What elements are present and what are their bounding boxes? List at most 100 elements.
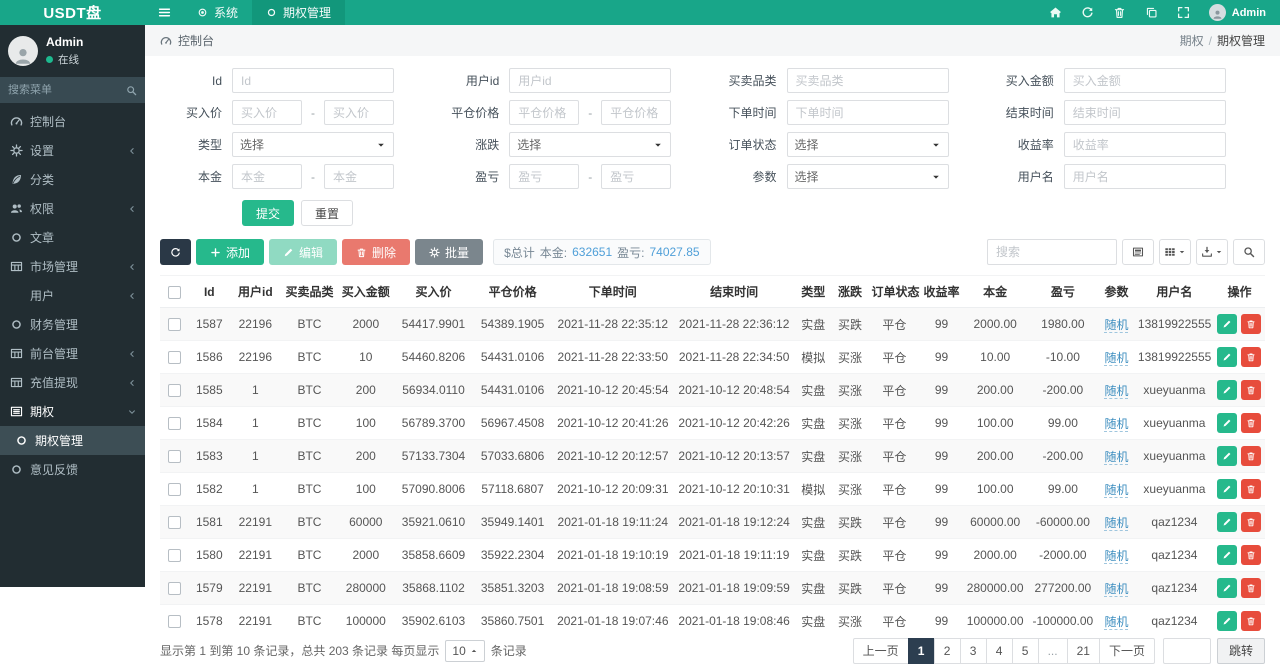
column-header-direction[interactable]: 涨跌 [831, 275, 869, 308]
row-edit-button[interactable] [1217, 380, 1238, 400]
filter-input-6[interactable] [786, 100, 949, 125]
row-edit-button[interactable] [1217, 611, 1238, 631]
sidebar-item-option[interactable]: 期权 [0, 397, 145, 426]
filter-range-max[interactable] [324, 100, 394, 125]
column-header-type[interactable]: 类型 [794, 275, 832, 308]
breadcrumb-dashboard[interactable]: 控制台 [160, 32, 214, 49]
row-delete-button[interactable] [1241, 413, 1262, 433]
batch-button[interactable]: 批量 [415, 239, 484, 265]
row-edit-button[interactable] [1217, 413, 1238, 433]
delete-button[interactable]: 删除 [342, 239, 411, 265]
row-checkbox[interactable] [168, 483, 182, 497]
param-link[interactable]: 随机 [1104, 515, 1129, 531]
row-delete-button[interactable] [1241, 512, 1262, 532]
row-checkbox[interactable] [168, 582, 182, 596]
page-button-1[interactable]: 1 [907, 637, 935, 664]
page-button-2[interactable]: 2 [933, 637, 961, 664]
select-all-checkbox[interactable] [168, 285, 182, 299]
filter-input-7[interactable] [1063, 100, 1226, 125]
card-view-button[interactable] [1122, 239, 1154, 265]
sidebar-item-recharge[interactable]: 充值提现 [0, 368, 145, 397]
column-header-param[interactable]: 参数 [1098, 275, 1135, 308]
sidebar-item-settings[interactable]: 设置 [0, 136, 145, 165]
column-header-username[interactable]: 用户名 [1134, 275, 1214, 308]
row-checkbox[interactable] [168, 351, 182, 365]
sidebar-item-feedback[interactable]: 意见反馈 [0, 455, 145, 484]
search-icon[interactable] [126, 85, 137, 96]
sidebar-item-article[interactable]: 文章 [0, 223, 145, 252]
row-edit-button[interactable] [1217, 446, 1238, 466]
row-checkbox[interactable] [168, 318, 182, 332]
copy-icon[interactable] [1145, 6, 1158, 19]
refresh-table-button[interactable] [160, 239, 191, 265]
row-delete-button[interactable] [1241, 380, 1262, 400]
filter-range-min[interactable] [509, 100, 580, 125]
row-edit-button[interactable] [1217, 314, 1238, 334]
filter-range-min[interactable] [232, 100, 302, 125]
column-header-close_price[interactable]: 平仓价格 [473, 275, 553, 308]
submit-button[interactable]: 提交 [242, 200, 295, 226]
table-search-input[interactable] [987, 239, 1117, 265]
row-delete-button[interactable] [1241, 347, 1262, 367]
sidebar-toggle-button[interactable] [145, 0, 183, 25]
search-button[interactable] [1233, 239, 1265, 265]
param-link[interactable]: 随机 [1104, 614, 1129, 630]
row-checkbox[interactable] [168, 549, 182, 563]
param-link[interactable]: 随机 [1104, 449, 1129, 465]
page-button-5[interactable]: 5 [1011, 637, 1039, 664]
sidebar-item-frontend[interactable]: 前台管理 [0, 339, 145, 368]
row-checkbox[interactable] [168, 384, 182, 398]
filter-select-10[interactable]: 选择 [786, 132, 949, 157]
page-prev-button[interactable]: 上一页 [852, 637, 909, 664]
page-button-3[interactable]: 3 [959, 637, 987, 664]
filter-select-14[interactable]: 选择 [786, 164, 949, 189]
column-header-profit[interactable]: 盈亏 [1027, 275, 1099, 308]
page-jump-input[interactable] [1162, 637, 1211, 664]
sidebar-item-permission[interactable]: 权限 [0, 194, 145, 223]
row-edit-button[interactable] [1217, 347, 1238, 367]
row-edit-button[interactable] [1217, 578, 1238, 598]
page-button-21[interactable]: 21 [1066, 637, 1100, 664]
row-checkbox[interactable] [168, 615, 182, 629]
filter-range-max[interactable] [601, 100, 672, 125]
column-header-buy_price[interactable]: 买入价 [393, 275, 474, 308]
param-link[interactable]: 随机 [1104, 317, 1129, 333]
export-button[interactable] [1196, 239, 1228, 265]
sidebar-item-option-manage[interactable]: 期权管理 [0, 426, 145, 455]
row-edit-button[interactable] [1217, 512, 1238, 532]
fullscreen-icon[interactable] [1177, 6, 1190, 19]
page-next-button[interactable]: 下一页 [1098, 637, 1155, 664]
column-header-principal[interactable]: 本金 [962, 275, 1028, 308]
sidebar-item-finance[interactable]: 财务管理 [0, 310, 145, 339]
column-header-status[interactable]: 订单状态 [868, 275, 921, 308]
filter-input-1[interactable] [509, 68, 672, 93]
refresh-icon[interactable] [1081, 6, 1094, 19]
param-link[interactable]: 随机 [1104, 581, 1129, 597]
column-header-rate[interactable]: 收益率 [920, 275, 963, 308]
filter-input-3[interactable] [1063, 68, 1226, 93]
filter-range-max[interactable] [601, 164, 672, 189]
column-header-order_time[interactable]: 下单时间 [552, 275, 674, 308]
menu-search-input[interactable] [8, 84, 126, 96]
home-icon[interactable] [1049, 6, 1062, 19]
reset-button[interactable]: 重置 [301, 200, 354, 226]
sidebar-item-user[interactable]: 用户 [0, 281, 145, 310]
param-link[interactable]: 随机 [1104, 482, 1129, 498]
row-delete-button[interactable] [1241, 479, 1262, 499]
param-link[interactable]: 随机 [1104, 350, 1129, 366]
column-header-amount[interactable]: 买入金额 [337, 275, 394, 308]
filter-range-min[interactable] [509, 164, 580, 189]
row-delete-button[interactable] [1241, 611, 1262, 631]
filter-range-min[interactable] [232, 164, 302, 189]
filter-input-11[interactable] [1063, 132, 1226, 157]
row-delete-button[interactable] [1241, 446, 1262, 466]
page-size-select[interactable]: 10 [445, 639, 485, 662]
param-link[interactable]: 随机 [1104, 416, 1129, 432]
row-edit-button[interactable] [1217, 545, 1238, 565]
row-delete-button[interactable] [1241, 314, 1262, 334]
column-header-category[interactable]: 买卖品类 [281, 275, 338, 308]
filter-input-2[interactable] [786, 68, 949, 93]
row-checkbox[interactable] [168, 450, 182, 464]
filter-range-max[interactable] [324, 164, 394, 189]
edit-button[interactable]: 编辑 [269, 239, 338, 265]
